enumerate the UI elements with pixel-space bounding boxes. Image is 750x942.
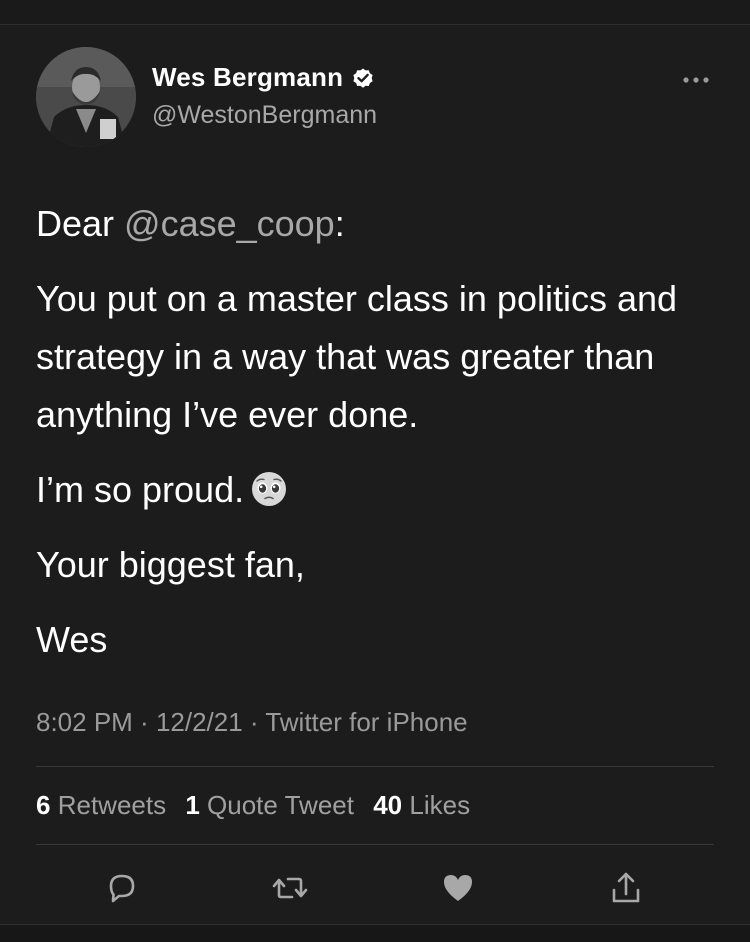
author-display-name[interactable]: Wes Bergmann <box>152 62 343 93</box>
tweet-meta: 8:02 PM · 12/2/21 · Twitter for iPhone <box>36 707 468 738</box>
tweet-date[interactable]: 12/2/21 <box>156 707 243 737</box>
quote-label: Quote Tweet <box>207 790 354 820</box>
quote-count: 1 <box>185 790 200 820</box>
tweet-paragraph-proud: I’m so proud. <box>36 461 716 519</box>
verified-badge-icon <box>353 68 373 88</box>
tweet-greeting: Dear @case_coop: <box>36 195 716 253</box>
retweets-stat[interactable]: 6 Retweets <box>36 790 166 820</box>
tweet-signoff: Your biggest fan, <box>36 544 305 585</box>
tweet-time[interactable]: 8:02 PM <box>36 707 133 737</box>
reply-icon[interactable] <box>102 868 142 908</box>
bottom-edge <box>0 924 750 942</box>
like-icon[interactable] <box>438 868 478 908</box>
retweet-icon[interactable] <box>270 868 310 908</box>
avatar-image <box>36 47 136 147</box>
avatar[interactable] <box>36 47 136 147</box>
tweet-source[interactable]: Twitter for iPhone <box>265 707 467 737</box>
meta-separator: · <box>132 707 156 737</box>
top-edge <box>0 0 750 25</box>
greeting-text: Dear <box>36 203 125 244</box>
likes-label: Likes <box>409 790 471 820</box>
mention-link[interactable]: @case_coop <box>124 203 335 244</box>
more-options-icon[interactable] <box>676 68 716 92</box>
tweet-actions <box>0 862 750 910</box>
retweets-label: Retweets <box>57 790 167 820</box>
proud-text: I’m so proud. <box>36 469 245 510</box>
tweet-signature: Wes <box>36 619 108 660</box>
divider <box>36 844 714 845</box>
divider <box>36 766 714 767</box>
meta-separator: · <box>242 707 266 737</box>
likes-stat[interactable]: 40 Likes <box>373 790 470 820</box>
retweets-count: 6 <box>36 790 51 820</box>
pleading-face-emoji-icon <box>252 472 287 506</box>
likes-count: 40 <box>373 790 403 820</box>
quote-tweets-stat[interactable]: 1 Quote Tweet <box>185 790 354 820</box>
tweet-paragraph: You put on a master class in politics an… <box>36 278 678 435</box>
greeting-colon: : <box>334 203 345 244</box>
share-icon[interactable] <box>606 868 646 908</box>
author-name-row: Wes Bergmann <box>152 62 375 93</box>
author-handle[interactable]: @WestonBergmann <box>152 101 377 130</box>
tweet-stats: 6 Retweets 1 Quote Tweet 40 Likes <box>36 790 482 821</box>
tweet-body: Dear @case_coop: You put on a master cla… <box>36 195 716 686</box>
